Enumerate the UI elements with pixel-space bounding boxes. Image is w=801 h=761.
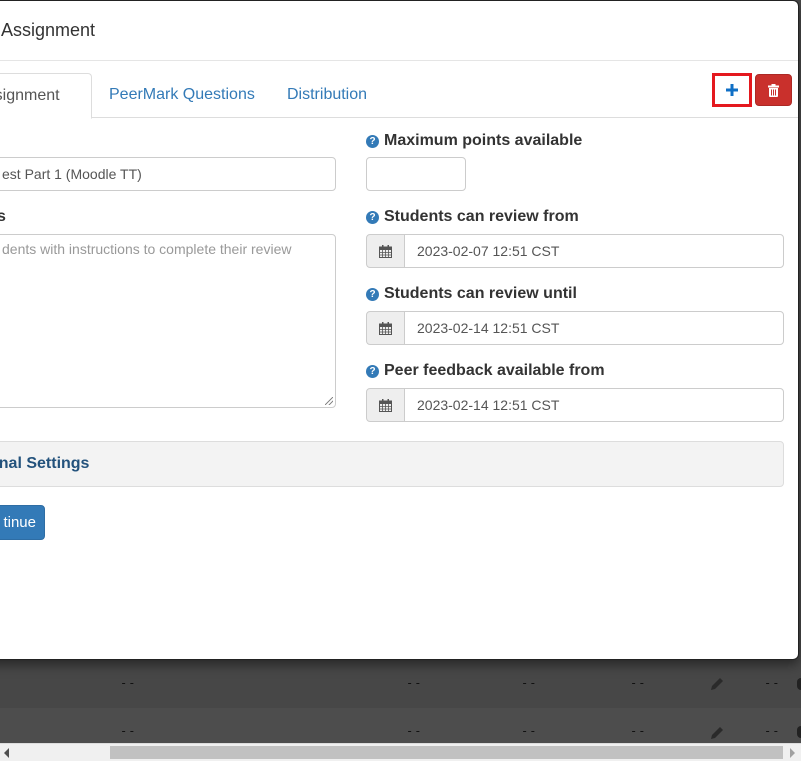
table-cell: -- bbox=[630, 724, 647, 738]
pencil-icon[interactable] bbox=[709, 676, 725, 692]
row-action-icon[interactable] bbox=[797, 678, 801, 690]
table-cell: -- bbox=[764, 724, 781, 738]
feedback-from-label: ? Peer feedback available from bbox=[366, 362, 605, 380]
continue-button[interactable]: tinue bbox=[0, 505, 45, 540]
pencil-icon[interactable] bbox=[709, 725, 725, 741]
calendar-icon bbox=[379, 398, 392, 412]
table-cell: -- bbox=[630, 676, 647, 690]
instructions-textarea[interactable]: dents with instructions to complete thei… bbox=[0, 234, 336, 408]
review-from-input[interactable]: 2023-02-07 12:51 CST bbox=[404, 234, 784, 268]
feedback-from-label-text: Peer feedback available from bbox=[384, 362, 605, 379]
instructions-placeholder: dents with instructions to complete thei… bbox=[2, 241, 292, 257]
resize-handle[interactable] bbox=[325, 397, 333, 405]
review-until-label-text: Students can review until bbox=[384, 285, 577, 302]
table-cell: -- bbox=[406, 724, 423, 738]
table-row: -- -- -- -- -- bbox=[0, 660, 801, 708]
assignment-modal: Assignment Assignment PeerMark Questions… bbox=[0, 0, 799, 660]
table-cell: -- bbox=[120, 676, 137, 690]
background-table: -- -- -- -- -- -- -- -- -- -- bbox=[0, 660, 801, 756]
scrollbar-thumb[interactable] bbox=[110, 746, 783, 759]
table-cell: -- bbox=[764, 676, 781, 690]
tab-peermark-questions[interactable]: PeerMark Questions bbox=[95, 73, 269, 118]
plus-icon bbox=[726, 84, 738, 96]
row-action-icon[interactable] bbox=[797, 726, 801, 738]
feedback-from-date-field: 2023-02-14 12:51 CST bbox=[366, 388, 784, 422]
tab-distribution[interactable]: Distribution bbox=[273, 73, 381, 118]
help-icon[interactable]: ? bbox=[366, 288, 379, 301]
table-cell: -- bbox=[521, 724, 538, 738]
calendar-button[interactable] bbox=[366, 311, 405, 345]
review-until-date-field: 2023-02-14 12:51 CST bbox=[366, 311, 784, 345]
table-cell: -- bbox=[120, 724, 137, 738]
additional-settings-title[interactable]: onal Settings bbox=[0, 455, 89, 473]
instructions-label: s bbox=[0, 208, 6, 225]
max-points-label: ? Maximum points available bbox=[366, 132, 582, 150]
table-cell: -- bbox=[521, 676, 538, 690]
assignment-title-input[interactable]: est Part 1 (Moodle TT) bbox=[0, 157, 336, 191]
review-from-label: ? Students can review from bbox=[366, 208, 579, 226]
delete-button[interactable] bbox=[755, 74, 792, 106]
table-cell: -- bbox=[406, 676, 423, 690]
review-until-label: ? Students can review until bbox=[366, 285, 577, 303]
review-from-date-field: 2023-02-07 12:51 CST bbox=[366, 234, 784, 268]
add-button[interactable] bbox=[712, 73, 752, 107]
max-points-label-text: Maximum points available bbox=[384, 132, 583, 149]
review-until-input[interactable]: 2023-02-14 12:51 CST bbox=[404, 311, 784, 345]
feedback-from-input[interactable]: 2023-02-14 12:51 CST bbox=[404, 388, 784, 422]
scroll-left-arrow-icon[interactable] bbox=[4, 748, 9, 758]
scroll-right-arrow-icon[interactable] bbox=[790, 748, 795, 758]
horizontal-scrollbar[interactable] bbox=[0, 743, 801, 761]
additional-settings-panel[interactable]: onal Settings bbox=[0, 441, 784, 487]
help-icon[interactable]: ? bbox=[366, 365, 379, 378]
calendar-button[interactable] bbox=[366, 388, 405, 422]
modal-header: Assignment bbox=[0, 1, 798, 61]
calendar-button[interactable] bbox=[366, 234, 405, 268]
tab-bar: Assignment PeerMark Questions Distributi… bbox=[0, 73, 798, 119]
calendar-icon bbox=[379, 244, 392, 258]
max-points-input[interactable] bbox=[366, 157, 466, 191]
trash-icon bbox=[768, 83, 779, 97]
help-icon[interactable]: ? bbox=[366, 211, 379, 224]
calendar-icon bbox=[379, 321, 392, 335]
help-icon[interactable]: ? bbox=[366, 135, 379, 148]
tab-assignment[interactable]: Assignment bbox=[0, 73, 92, 119]
modal-title: Assignment bbox=[1, 20, 96, 40]
review-from-label-text: Students can review from bbox=[384, 208, 579, 225]
